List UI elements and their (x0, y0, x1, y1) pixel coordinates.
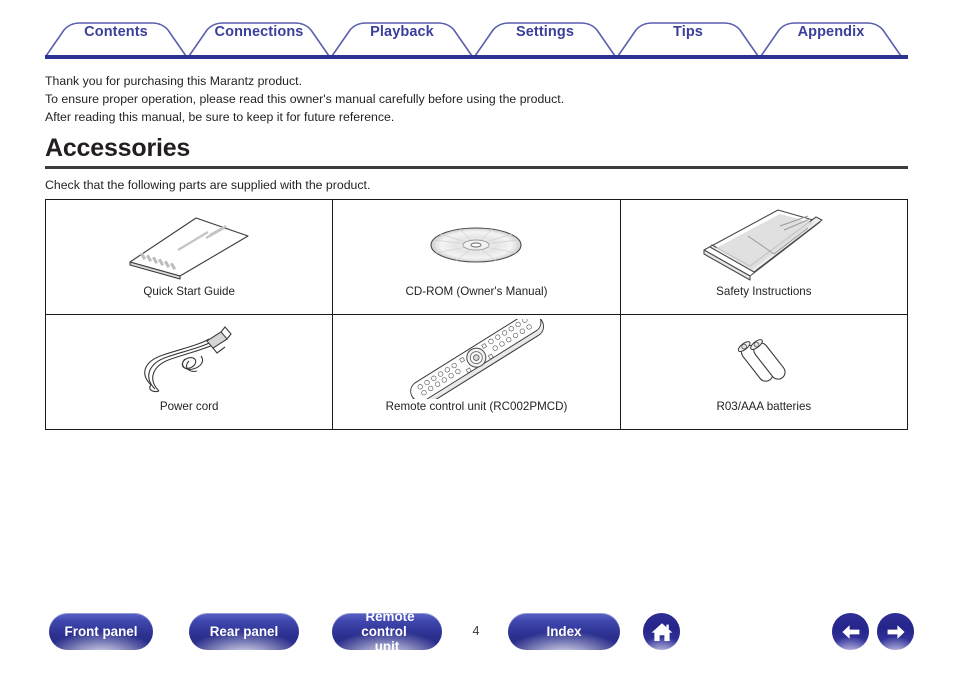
cell-caption: Safety Instructions (716, 285, 812, 298)
home-button[interactable] (643, 613, 680, 650)
tab-playback[interactable]: Playback (370, 24, 434, 40)
rear-panel-label: Rear panel (209, 624, 279, 639)
tab-settings[interactable]: Settings (516, 24, 574, 40)
table-cell-quick-start-guide: Quick Start Guide (44, 199, 334, 315)
remote-control-unit-label-line2: unit (374, 639, 400, 654)
tab-contents[interactable]: Contents (84, 24, 148, 40)
table-cell-remote-control: Remote control unit (RC002PMCD) (332, 314, 621, 430)
section-subtitle: Check that the following parts are suppl… (45, 178, 371, 192)
cell-caption: Power cord (159, 400, 219, 413)
intro-line-2: To ensure proper operation, please read … (45, 92, 565, 107)
front-panel-label: Front panel (64, 624, 138, 639)
cell-caption: R03/AAA batteries (716, 400, 812, 413)
index-label: Index (546, 624, 582, 639)
front-panel-button[interactable]: Front panel (49, 613, 153, 650)
remote-control-unit-button[interactable]: Remote control unit (332, 609, 442, 654)
table-row: Quick Start Guide CD-ROM (Owner's Manual… (44, 199, 909, 315)
heading-divider (45, 166, 908, 169)
section-heading: Accessories (45, 133, 908, 169)
cell-caption: Remote control unit (RC002PMCD) (385, 400, 568, 413)
arrow-left-icon (841, 624, 859, 639)
rear-panel-button[interactable]: Rear panel (189, 613, 299, 650)
page-number: 4 (472, 624, 480, 638)
accessories-table: Quick Start Guide CD-ROM (Owner's Manual… (44, 199, 909, 430)
remote-control-icon (384, 319, 569, 399)
next-page-button[interactable] (877, 613, 914, 650)
intro-line-1: Thank you for purchasing this Marantz pr… (45, 74, 302, 88)
top-tab-bar: Contents Connections Playback Settings T… (0, 0, 954, 62)
intro-paragraph: Thank you for purchasing this Marantz pr… (45, 72, 905, 127)
table-cell-batteries: R03/AAA batteries (619, 314, 909, 430)
booklet-icon (124, 204, 254, 284)
leaflet-icon (696, 204, 831, 284)
arrow-right-icon (887, 624, 905, 639)
remote-control-unit-label-line1: Remote control (361, 609, 415, 639)
index-button[interactable]: Index (508, 613, 620, 650)
remote-control-unit-label: Remote control unit (332, 609, 442, 654)
previous-page-button[interactable] (832, 613, 869, 650)
tab-connections[interactable]: Connections (215, 24, 304, 40)
batteries-icon (719, 319, 809, 399)
footer-navigation: Front panel Rear panel Remote control un… (0, 609, 954, 654)
intro-line-3: After reading this manual, be sure to ke… (45, 110, 395, 125)
home-icon (651, 622, 672, 641)
table-cell-power-cord: Power cord (44, 314, 334, 430)
table-cell-safety-instructions: Safety Instructions (619, 199, 909, 315)
tab-bar-rule (45, 55, 908, 59)
tab-appendix[interactable]: Appendix (798, 24, 865, 40)
cell-caption: Quick Start Guide (143, 285, 235, 298)
tab-tips[interactable]: Tips (673, 24, 703, 40)
cell-caption: CD-ROM (Owner's Manual) (405, 285, 548, 298)
table-cell-cd-rom: CD-ROM (Owner's Manual) (332, 199, 621, 315)
cd-disc-icon (416, 204, 536, 284)
page-title: Accessories (45, 134, 191, 162)
power-cord-icon (129, 319, 249, 399)
table-row: Power cord Remote control unit (RC002PMC… (44, 314, 909, 430)
